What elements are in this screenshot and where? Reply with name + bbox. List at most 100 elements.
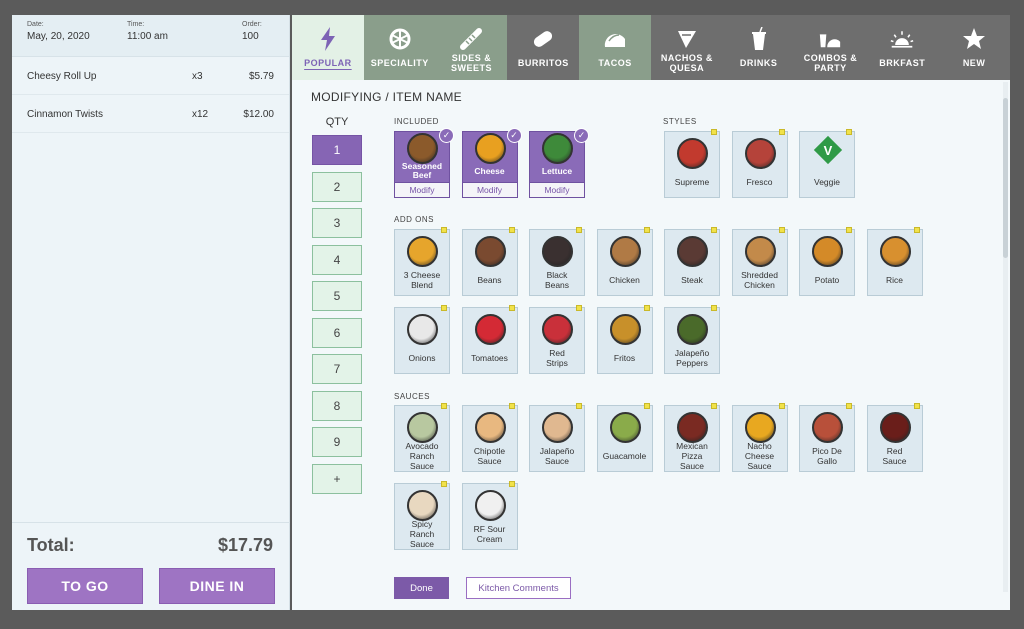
tab-tacos[interactable]: TACOS [579,15,651,80]
qty-option-button[interactable]: 2 [312,171,362,202]
tab-sides-sweets[interactable]: SIDES & SWEETS [435,15,508,80]
ingredient-tile[interactable]: Nacho Cheese Sauce [731,403,788,472]
tab-drinks[interactable]: DRINKS [722,15,795,80]
included-ingredient-tile[interactable]: Lettuce Modify ✓ [529,128,589,198]
veggie-badge-icon: V [813,135,843,165]
modify-button[interactable]: Modify [530,182,584,197]
modify-button[interactable]: Modify [395,182,449,197]
ingredient-tile[interactable]: 3 Cheese Blend [394,227,450,296]
ingredient-tile[interactable]: Guacamole [596,403,653,472]
ingredient-tile[interactable]: Beans [461,227,518,296]
flag-marker-icon [846,403,852,409]
ingredient-tile[interactable]: Chicken [596,227,653,296]
total-value: $17.79 [217,535,273,555]
included-ingredient-tile[interactable]: Cheese Modify ✓ [461,128,522,198]
page-title: MODIFYING / ITEM NAME [311,90,462,104]
scrollbar[interactable] [1003,82,1008,592]
ingredient-label: Tomatoes [471,353,508,363]
check-icon: ✓ [439,128,454,143]
modify-button[interactable]: Modify [462,182,517,197]
ingredient-tile[interactable]: Steak [664,227,720,296]
included-ingredient-tile[interactable]: Seasoned Beef Modify ✓ [394,128,454,198]
tab-combos-party[interactable]: COMBOS & PARTY [794,15,867,80]
ingredient-bowl-icon [677,412,708,443]
ingredient-bowl-icon [609,314,641,345]
kitchen-comments-button[interactable]: Kitchen Comments [466,577,571,599]
ingredient-tile[interactable]: Fresco [731,129,788,198]
ingredient-label: Onions [408,353,436,363]
ingredient-label: Chipotle Sauce [473,446,506,466]
ingredient-label: Red Strips [546,348,568,368]
ingredient-tile[interactable]: Red Sauce [866,403,923,472]
ingredient-tile[interactable]: Onions [394,305,450,374]
qty-option-button[interactable]: 5 [312,281,362,311]
scrollbar-thumb[interactable] [1003,98,1008,258]
time-value: 11:00 am [127,31,168,42]
ingredient-tile[interactable]: Avocado Ranch Sauce [394,403,450,472]
ingredient-tile[interactable]: Jalapeño Sauce [529,403,585,472]
tab-nachos-quesa[interactable]: NACHOS & QUESA [650,15,723,80]
flag-marker-icon [913,227,920,233]
ingredient-tile[interactable]: Mexican Pizza Sauce [664,403,720,472]
ingredient-tile[interactable]: Fritos [596,305,653,374]
ingredient-tile[interactable]: V Veggie [799,129,855,198]
ingredient-tile[interactable]: Rice [866,227,923,296]
qty-option-button[interactable]: 7 [312,354,362,384]
time-label: Time: [127,21,145,28]
flag-marker-icon [441,305,447,311]
ingredient-bowl-icon [474,314,506,345]
date-label: Date: [27,21,44,28]
tab-speciality[interactable]: SPECIALITY [363,15,436,80]
flag-marker-icon [576,305,582,311]
ingredient-label: Fritos [613,353,636,363]
ingredient-bowl-icon [744,138,776,169]
ingredient-tile[interactable]: Black Beans [529,227,585,296]
burrito-icon [531,27,555,51]
qty-option-button[interactable]: 4 [312,244,362,275]
ingredient-label: Mexican Pizza Sauce [676,441,708,471]
ingredient-bowl-icon [609,236,641,267]
qty-option-button[interactable]: + [312,463,362,494]
qty-option-button[interactable]: 1 [312,135,362,165]
ingredient-tile[interactable]: Tomatoes [461,305,518,374]
tab-breakfast[interactable]: BRKFAST [866,15,939,80]
ingredient-tile[interactable]: Red Strips [529,305,585,374]
to-go-button[interactable]: TO GO [27,568,143,604]
ingredient-tile[interactable]: Potato [799,227,855,296]
order-item-qty: x12 [192,109,209,120]
tab-burritos[interactable]: BURRITOS [507,15,580,80]
qty-option-button[interactable]: 6 [312,317,362,348]
order-number-value: 100 [242,31,259,42]
ingredient-tile[interactable]: Pico De Gallo [799,403,855,472]
ingredient-label: Chicken [609,275,640,285]
flag-marker-icon [846,227,852,233]
tab-new[interactable]: NEW [938,15,1010,80]
ingredient-label: Veggie [814,177,840,187]
ingredient-label: 3 Cheese Blend [403,270,441,290]
order-line-item[interactable]: Cinnamon Twists x12 $12.00 [12,95,289,133]
drink-cup-icon [747,27,771,51]
order-line-item[interactable]: Cheesy Roll Up x3 $5.79 [12,57,289,95]
ingredient-tile[interactable]: Shredded Chicken [731,227,788,296]
qty-option-button[interactable]: 8 [312,390,362,421]
qty-option-button[interactable]: 3 [312,208,362,238]
ingredient-tile[interactable]: RF Sour Cream [461,481,518,550]
dine-in-button[interactable]: DINE IN [159,568,275,604]
ingredient-bowl-icon [812,236,843,267]
ingredient-tile[interactable]: Chipotle Sauce [461,403,518,472]
tab-popular[interactable]: POPULAR [292,15,364,80]
ingredient-tile[interactable]: Jalapeño Peppers [664,305,720,374]
ingredient-label: Fresco [746,177,773,187]
ingredient-bowl-icon [474,412,506,443]
done-button[interactable]: Done [394,577,449,599]
check-icon: ✓ [506,128,522,143]
tab-label: SIDES & SWEETS [450,53,492,73]
ingredient-bowl-icon [542,412,573,443]
flag-marker-icon [508,305,515,311]
qty-option-button[interactable]: 9 [312,427,362,457]
ingredient-tile[interactable]: Supreme [664,129,720,198]
taco-icon [603,27,627,51]
tab-label: TACOS [598,58,632,68]
ingredient-tile[interactable]: Spicy Ranch Sauce [394,481,450,550]
order-item-name: Cinnamon Twists [27,109,103,120]
